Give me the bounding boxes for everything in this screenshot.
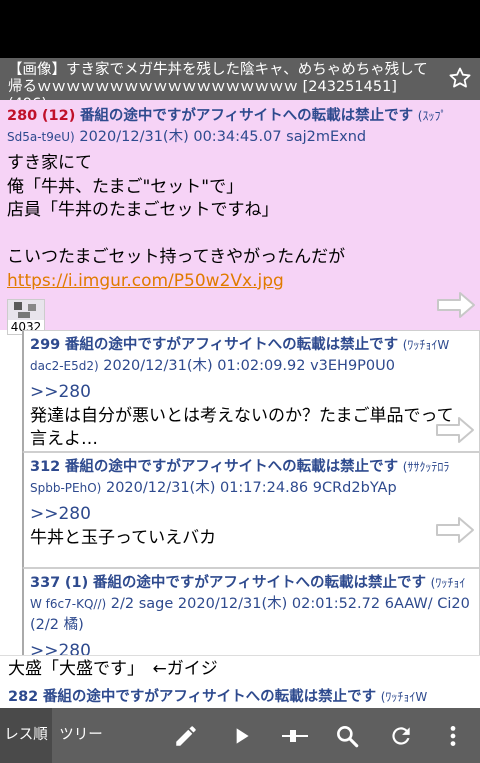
post-line: こいつたまごセット持ってきやがったんだが [7,247,346,267]
poster-name: 番組の途中ですがアフィサイトへの転載は禁止です [42,688,377,705]
post-number[interactable]: 337 [30,575,60,591]
poster-name: 番組の途中ですがアフィサイトへの転載は禁止です [79,108,414,124]
post-header: 280 (12) 番組の途中ですがアフィサイトへの転載は禁止です (ｽｯﾌﾟ S… [7,106,473,148]
post-number[interactable]: 299 [30,337,60,353]
reply-count[interactable]: (12) [42,108,75,124]
thread-title-bar: 【画像】すき家でメガ牛丼を残した陰キャ、めちゃめちゃ残して帰るｗｗｗｗｗｗｗｗｗ… [0,58,480,112]
post-line: すき家にて [7,153,92,173]
post-body: すき家にて 俺「牛丼、たまご"セット"で」 店員「牛丼のたまごセットですね」 こ… [7,152,473,293]
star-icon[interactable] [448,66,472,90]
post-date: 2020/12/31(木) 00:34:45.07 saj2mExnd [79,129,367,145]
post-header: 337 (1) 番組の途中ですがアフィサイトへの転載は禁止です (ﾜｯﾁｮｲ W… [30,573,479,636]
anchor-link[interactable]: >>280 [30,381,479,405]
post-line: 俺「牛丼、たまご"セット"で」 [7,176,244,197]
tab-res-order[interactable]: レス順 [0,708,52,763]
post-line: 言えよ… [30,429,98,449]
tab-tree[interactable]: ツリー [56,708,106,763]
reply-arrow-icon[interactable] [435,515,475,545]
post-line: 牛丼と玉子っていえバカ [30,527,217,548]
reply-arrow-icon[interactable] [436,290,476,320]
post-peek[interactable]: 大盛「大盛です」 ←ガイジ 282 番組の途中ですがアフィサイトへの転載は禁止で… [0,655,480,708]
poster-name: 番組の途中ですがアフィサイトへの転載は禁止です [64,459,399,475]
bottom-toolbar: レス順 ツリー [0,708,480,763]
post-body: >>280 牛丼と玉子っていえバカ [30,503,479,550]
play-icon[interactable] [228,723,254,749]
post-body: >>280 発達は自分が悪いとは考えないのか？たまご単品でって 言えよ… [30,381,479,452]
post-280[interactable]: 280 (12) 番組の途中ですがアフィサイトへの転載は禁止です (ｽｯﾌﾟ S… [0,100,480,335]
more-vert-icon[interactable] [440,723,466,749]
post-number[interactable]: 282 [8,689,38,705]
post-date: 2/2 sage 2020/12/31(木) 02:01:52.72 [110,596,381,612]
post-line: 店員「牛丼のたまごセットですね」 [7,200,279,220]
image-link[interactable]: https://i.imgur.com/P50w2Vx.jpg [7,270,473,294]
anchor-link[interactable]: >>280 [30,503,479,527]
status-bar [0,0,480,58]
refresh-icon[interactable] [388,723,414,749]
post-date: 2020/12/31(木) 01:02:09.92 v3EH9P0U0 [103,358,395,374]
poster-name: 番組の途中ですがアフィサイトへの転載は禁止です [92,575,427,591]
post-header: 299 番組の途中ですがアフィサイトへの転載は禁止です (ﾜｯﾁｮｲW dac2… [30,335,479,377]
slider-icon[interactable] [280,723,310,749]
post-list[interactable]: 280 (12) 番組の途中ですがアフィサイトへの転載は禁止です (ｽｯﾌﾟ S… [0,100,480,708]
post-number[interactable]: 312 [30,459,60,475]
post-312[interactable]: 312 番組の途中ですがアフィサイトへの転載は禁止です (ｻｻｸｯﾃﾛﾗ Spb… [22,452,480,568]
post-number[interactable]: 280 [7,108,37,124]
pencil-icon[interactable] [173,723,199,749]
post-299[interactable]: 299 番組の途中ですがアフィサイトへの転載は禁止です (ﾜｯﾁｮｲW dac2… [22,330,480,452]
reply-arrow-icon[interactable] [435,415,475,445]
poster-id-meta: (ﾜｯﾁｮｲW [380,689,428,704]
post-line: 発達は自分が悪いとは考えないのか？たまご単品でって [30,405,454,426]
post-date: 2020/12/31(木) 01:17:24.86 9CRd2bYAp [105,480,397,496]
post-line [7,223,473,247]
post-header: 312 番組の途中ですがアフィサイトへの転載は禁止です (ｻｻｸｯﾃﾛﾗ Spb… [30,457,479,499]
peek-line: 大盛「大盛です」 ←ガイジ [8,659,218,679]
post-header: 282 番組の途中ですがアフィサイトへの転載は禁止です (ﾜｯﾁｮｲW [8,687,472,708]
search-icon[interactable] [334,723,360,749]
poster-name: 番組の途中ですがアフィサイトへの転載は禁止です [64,337,399,353]
reply-count[interactable]: (1) [65,575,88,591]
thread-screen: 【画像】すき家でメガ牛丼を残した陰キャ、めちゃめちゃ残して帰るｗｗｗｗｗｗｗｗｗ… [0,0,480,763]
